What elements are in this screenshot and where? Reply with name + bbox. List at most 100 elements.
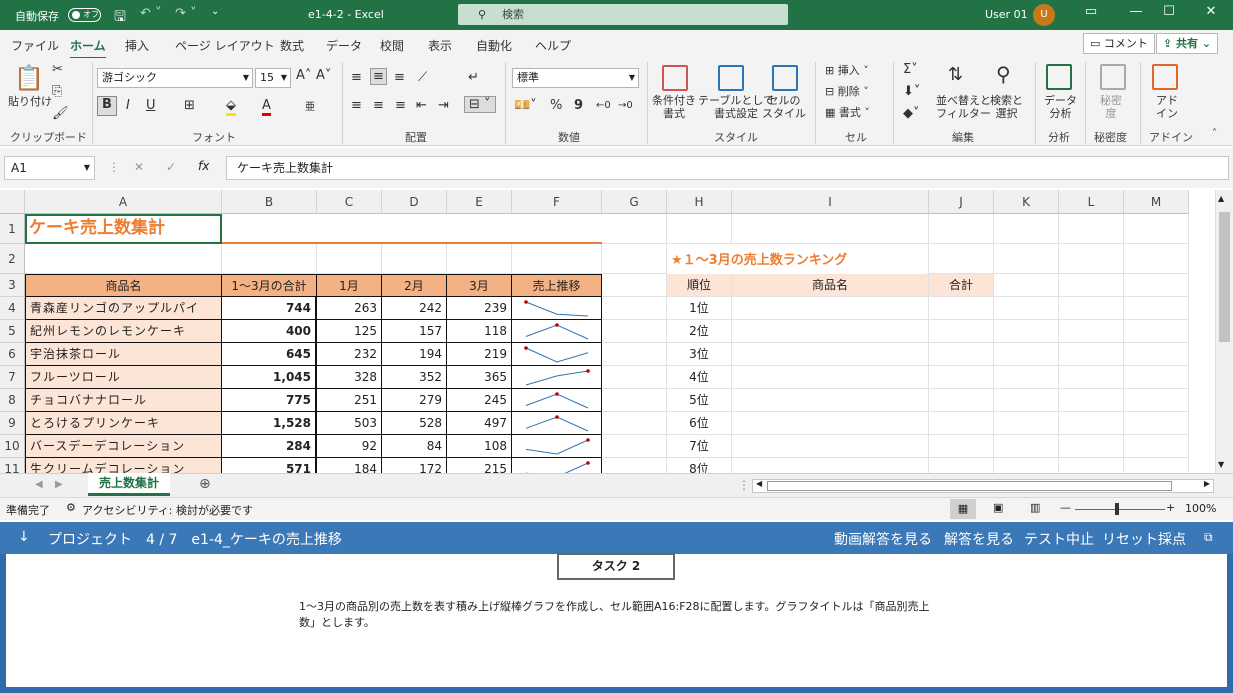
bold-button[interactable]: B (97, 96, 117, 116)
month-value-cell[interactable]: 232 (317, 343, 382, 366)
rank-cell[interactable]: 1位 (667, 297, 732, 320)
comma-style-button[interactable]: 9 (574, 98, 583, 113)
cell[interactable] (1059, 412, 1124, 435)
cell[interactable] (994, 366, 1059, 389)
scroll-down-icon[interactable]: ▼ (1218, 460, 1224, 469)
cell[interactable] (1124, 458, 1189, 473)
cell[interactable] (1124, 366, 1189, 389)
scroll-left-icon[interactable]: ◀ (756, 479, 762, 488)
month-value-cell[interactable]: 497 (447, 412, 512, 435)
total-cell[interactable]: 744 (222, 297, 317, 320)
column-header[interactable]: C (317, 190, 382, 214)
comment-button[interactable]: ▭ コメント (1083, 33, 1155, 54)
row-header[interactable]: 3 (0, 274, 25, 297)
collapse-ribbon-icon[interactable]: ˄ (1212, 128, 1217, 139)
column-header[interactable]: G (602, 190, 667, 214)
month-value-cell[interactable]: 239 (447, 297, 512, 320)
cell[interactable] (602, 389, 667, 412)
align-right-icon[interactable]: ≡ (395, 98, 406, 113)
column-header[interactable]: K (994, 190, 1059, 214)
cell[interactable] (994, 343, 1059, 366)
percent-button[interactable]: % (550, 98, 562, 113)
increase-indent-icon[interactable]: ⇥ (438, 98, 449, 113)
cell[interactable] (602, 214, 667, 244)
prev-sheet-icon[interactable]: ◀ (35, 479, 43, 490)
sparkline-cell[interactable] (512, 458, 602, 473)
format-painter-icon[interactable]: 🖌 (52, 106, 69, 121)
total-cell[interactable]: 1,045 (222, 366, 317, 389)
month-value-cell[interactable]: 245 (447, 389, 512, 412)
cell[interactable] (1059, 366, 1124, 389)
cell[interactable] (732, 297, 929, 320)
autosum-icon[interactable]: Σ˅ (903, 62, 918, 77)
maximize-icon[interactable]: ☐ (1158, 4, 1180, 24)
format-as-table-icon[interactable] (718, 65, 744, 91)
cell[interactable] (994, 274, 1059, 297)
cell[interactable] (929, 343, 994, 366)
row-header[interactable]: 11 (0, 458, 25, 473)
sort-filter-button[interactable]: 並べ替えと フィルター (936, 94, 991, 120)
insert-cells-button[interactable]: ⊞ 挿入 ˅ (825, 64, 869, 77)
zoom-slider[interactable] (1075, 509, 1165, 510)
tab-automate[interactable]: 自動化 (476, 37, 512, 54)
formula-input[interactable]: ケーキ売上数集計 (226, 156, 1229, 180)
cell[interactable] (1124, 343, 1189, 366)
scroll-up-icon[interactable]: ▲ (1218, 194, 1224, 203)
decrease-decimal-icon[interactable]: →0 (618, 100, 633, 111)
ranking-header-cell[interactable]: 順位 (667, 274, 732, 297)
cell[interactable] (929, 412, 994, 435)
format-cells-button[interactable]: ▦ 書式 ˅ (825, 106, 870, 119)
cell[interactable] (929, 244, 994, 274)
tab-help[interactable]: ヘルプ (535, 37, 571, 54)
month-value-cell[interactable]: 219 (447, 343, 512, 366)
cell[interactable] (317, 244, 382, 274)
addins-button[interactable]: アド イン (1156, 94, 1178, 120)
ribbon-options-icon[interactable]: ▭ (1080, 4, 1102, 24)
cell[interactable] (1059, 297, 1124, 320)
find-select-icon[interactable]: ⚲ (996, 62, 1011, 86)
total-cell[interactable]: 1,528 (222, 412, 317, 435)
task-tab[interactable]: タスク 2 (557, 553, 675, 580)
product-name-cell[interactable]: 宇治抹茶ロール (25, 343, 222, 366)
answer-button[interactable]: 解答を見る (944, 529, 1014, 549)
cell[interactable] (1059, 343, 1124, 366)
column-header[interactable]: F (512, 190, 602, 214)
cell[interactable] (994, 435, 1059, 458)
cell[interactable] (447, 244, 512, 274)
cell[interactable] (602, 412, 667, 435)
search-box[interactable]: ⚲ 検索 (458, 4, 788, 25)
cell[interactable] (1059, 214, 1124, 244)
add-sheet-icon[interactable]: ⊕ (199, 476, 211, 492)
sparkline-cell[interactable] (512, 435, 602, 458)
cell[interactable] (732, 343, 929, 366)
tab-insert[interactable]: 挿入 (125, 37, 149, 54)
sparkline-cell[interactable] (512, 297, 602, 320)
stop-test-button[interactable]: テスト中止 (1024, 529, 1094, 549)
cell[interactable] (25, 244, 222, 274)
cell[interactable] (222, 244, 317, 274)
cell[interactable] (382, 244, 447, 274)
rank-cell[interactable]: 5位 (667, 389, 732, 412)
borders-icon[interactable]: ⊞ (184, 98, 195, 113)
clear-icon[interactable]: ◆˅ (903, 106, 920, 121)
month-value-cell[interactable]: 251 (317, 389, 382, 412)
cell[interactable] (1059, 274, 1124, 297)
cell[interactable] (929, 214, 994, 244)
cell[interactable] (1059, 320, 1124, 343)
table-header-cell[interactable]: 1～3月の合計 (222, 274, 317, 297)
normal-view-icon[interactable]: ▦ (950, 499, 976, 519)
month-value-cell[interactable]: 108 (447, 435, 512, 458)
addins-icon[interactable] (1152, 64, 1178, 90)
cell[interactable] (512, 244, 602, 274)
product-name-cell[interactable]: とろけるプリンケーキ (25, 412, 222, 435)
cell[interactable] (994, 389, 1059, 412)
zoom-in-icon[interactable]: + (1166, 501, 1175, 514)
month-value-cell[interactable]: 92 (317, 435, 382, 458)
share-button[interactable]: ⇪ 共有 ⌄ (1156, 33, 1219, 54)
column-header[interactable]: M (1124, 190, 1189, 214)
next-sheet-icon[interactable]: ▶ (55, 479, 63, 490)
row-header[interactable]: 8 (0, 389, 25, 412)
cell[interactable] (1059, 435, 1124, 458)
cell[interactable] (602, 274, 667, 297)
row-header[interactable]: 1 (0, 214, 25, 244)
